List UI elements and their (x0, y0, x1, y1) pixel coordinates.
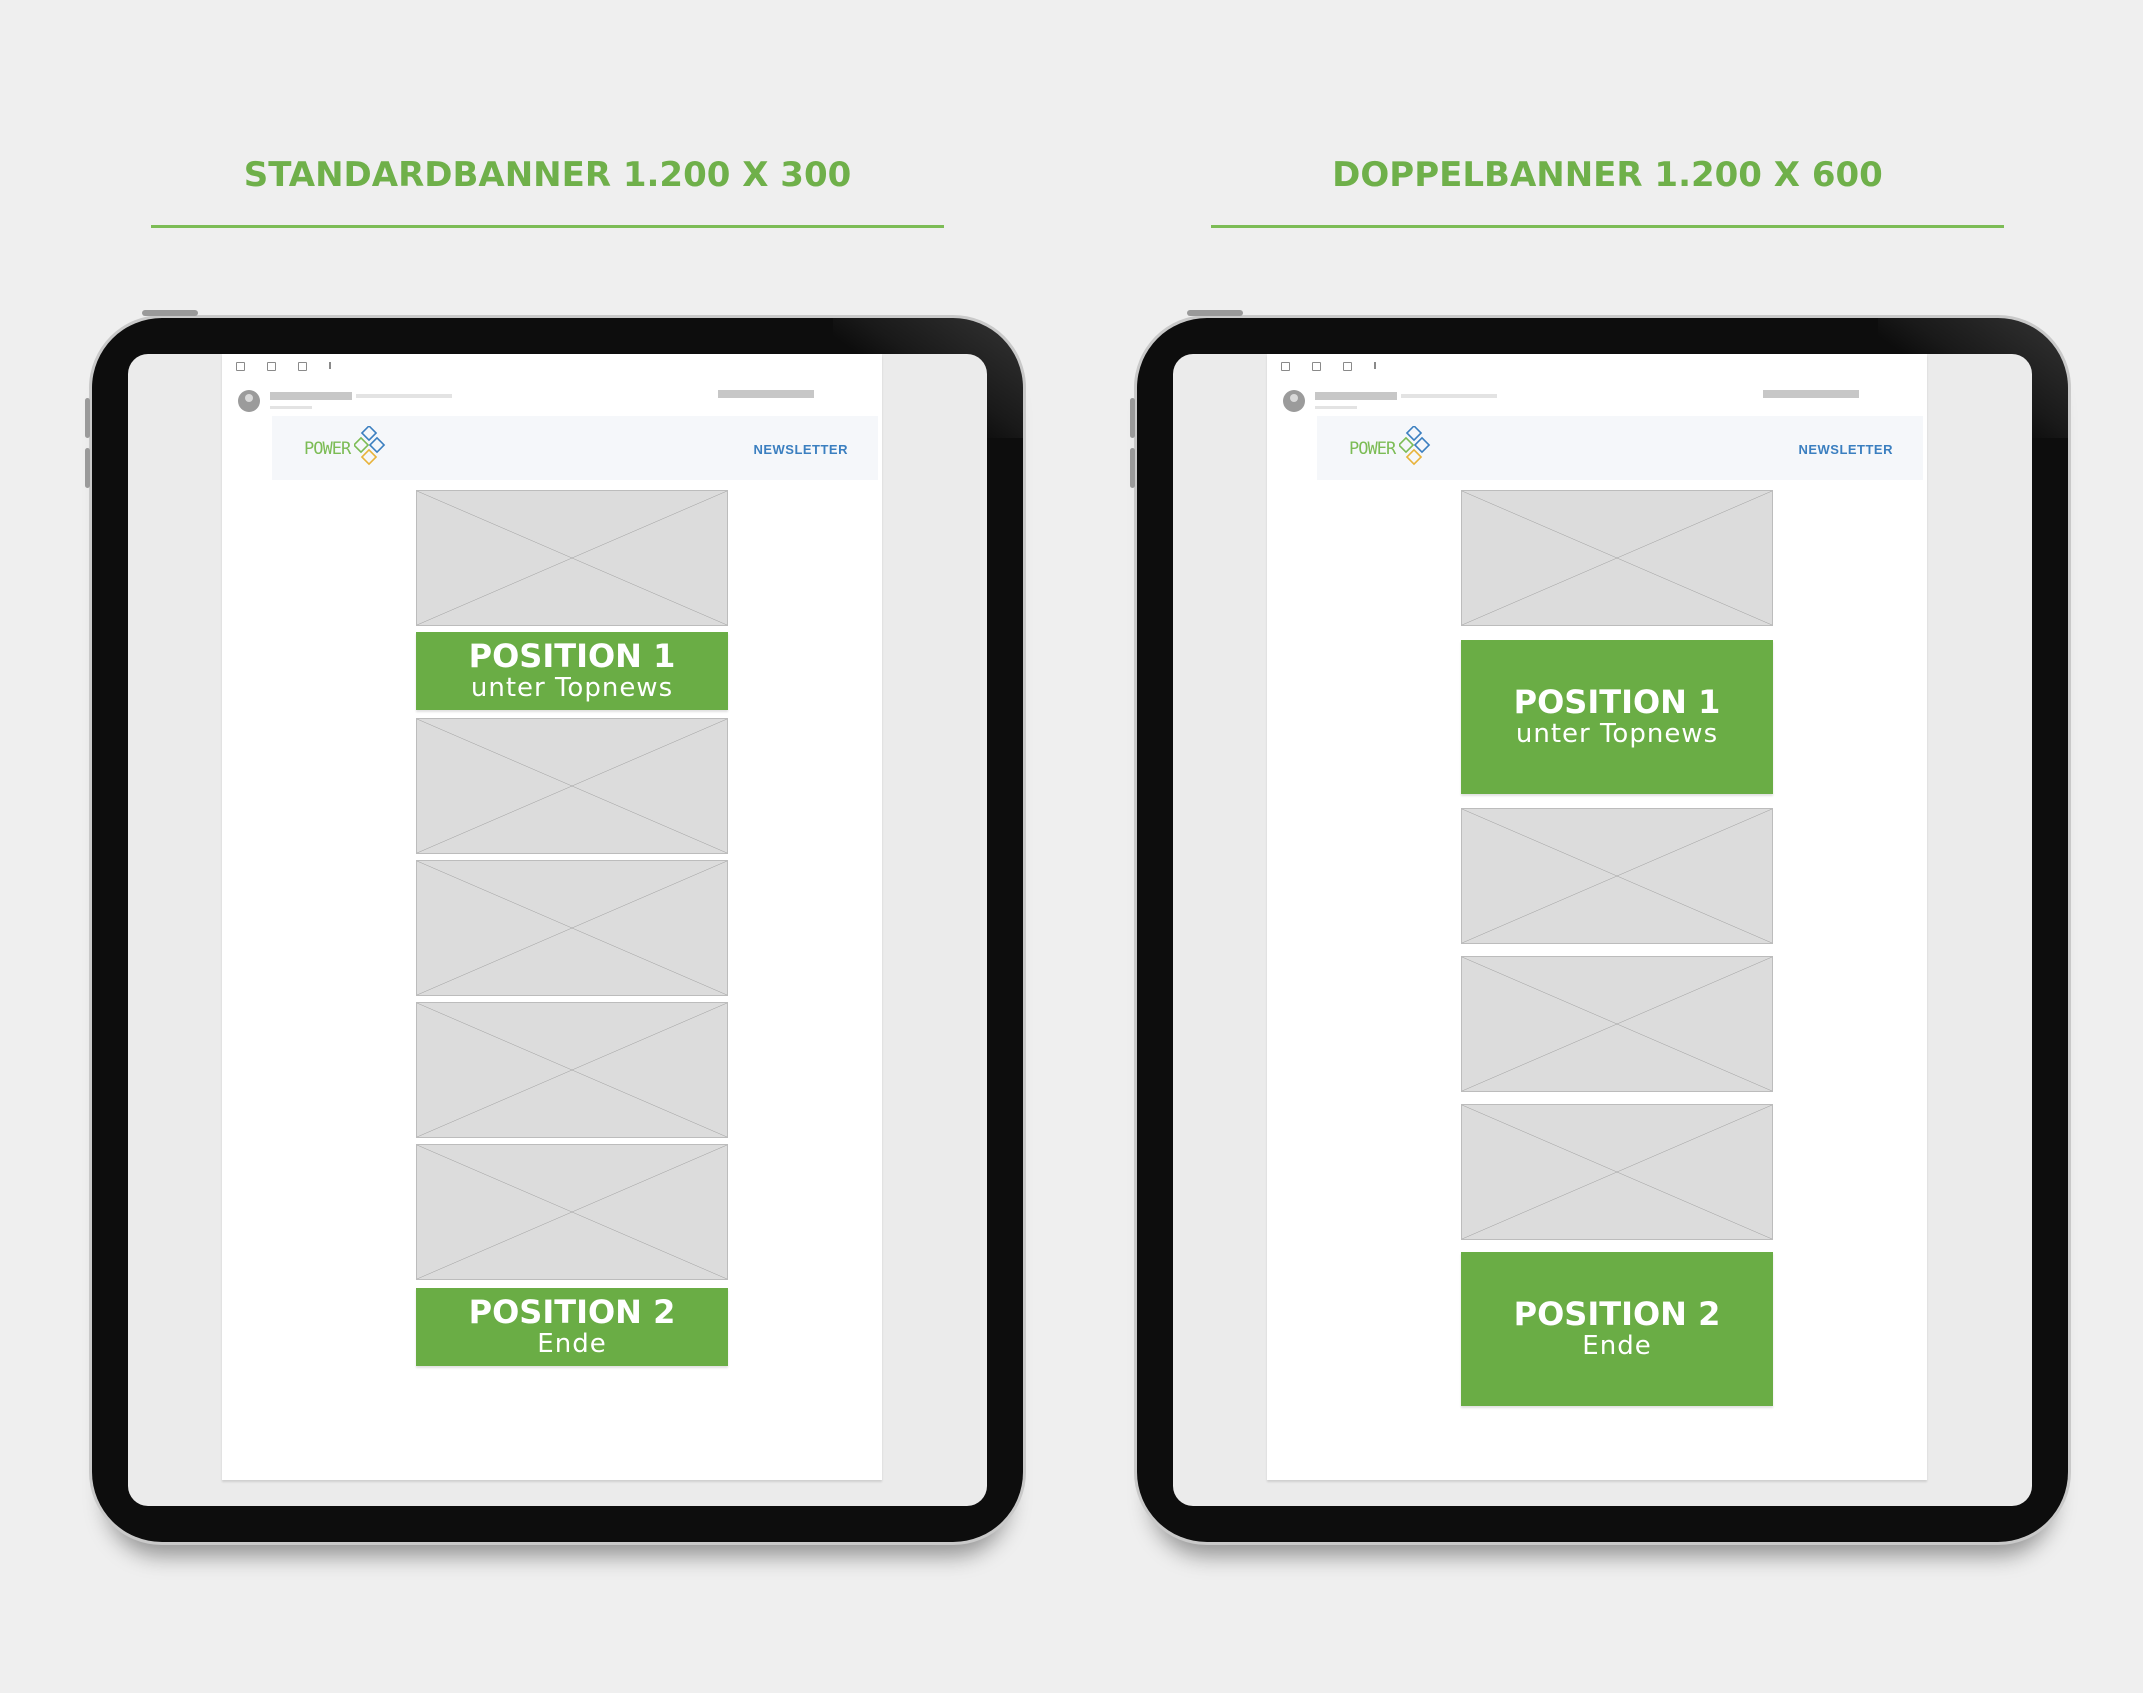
banner-position-1: POSITION 1 unter Topnews (1461, 640, 1773, 794)
newsletter-link[interactable]: NEWSLETTER (1798, 442, 1893, 457)
image-placeholder (416, 490, 728, 626)
banner-title: POSITION 1 (1513, 683, 1721, 721)
image-placeholder (416, 718, 728, 854)
date-placeholder (718, 390, 814, 398)
avatar-icon (1283, 390, 1305, 412)
tablet-mockup-standard: POWER NEWSLETTER POSITION 1 unter Topnew… (85, 310, 1023, 1542)
email-view: POWER NEWSLETTER POSITION 1 unter Topnew… (1267, 354, 1927, 1480)
tablet-volume-button (85, 398, 90, 438)
image-placeholder (416, 860, 728, 996)
more-icon[interactable] (329, 362, 331, 369)
banner-position-1: POSITION 1 unter Topnews (416, 632, 728, 710)
section-title-standardbanner: STANDARDBANNER 1.200 X 300 (243, 155, 852, 195)
tablet-screen: POWER NEWSLETTER POSITION 1 unter Topnew… (128, 354, 987, 1506)
archive-icon[interactable] (236, 362, 245, 371)
logo-text: POWER (1349, 439, 1396, 459)
sender-name-placeholder (1315, 392, 1397, 400)
image-placeholder (1461, 1104, 1773, 1240)
delete-icon[interactable] (267, 362, 276, 371)
newsletter-header: POWER NEWSLETTER (1317, 416, 1923, 480)
more-icon[interactable] (1374, 362, 1376, 369)
banner-title: POSITION 2 (1513, 1295, 1721, 1333)
recipient-placeholder (270, 406, 312, 409)
tablet-volume-button (1130, 448, 1135, 488)
power-logo-icon (354, 426, 386, 466)
tablet-mockup-doppel: POWER NEWSLETTER POSITION 1 unter Topnew… (1130, 310, 2068, 1542)
label-icon[interactable] (1343, 362, 1352, 371)
section-title-doppelbanner: DOPPELBANNER 1.200 X 600 (1332, 155, 1883, 195)
sender-address-placeholder (356, 394, 452, 398)
delete-icon[interactable] (1312, 362, 1321, 371)
section-divider (151, 225, 944, 228)
banner-subtitle: unter Topnews (1515, 719, 1719, 749)
tablet-volume-button (1130, 398, 1135, 438)
recipient-placeholder (1315, 406, 1357, 409)
date-placeholder (1763, 390, 1859, 398)
image-placeholder (1461, 808, 1773, 944)
power-logo-icon (1399, 426, 1431, 466)
email-toolbar (1281, 362, 1376, 371)
archive-icon[interactable] (1281, 362, 1290, 371)
section-divider (1211, 225, 2004, 228)
sender-address-placeholder (1401, 394, 1497, 398)
banner-position-2: POSITION 2 Ende (1461, 1252, 1773, 1406)
banner-position-2: POSITION 2 Ende (416, 1288, 728, 1366)
email-toolbar (236, 362, 331, 371)
email-view: POWER NEWSLETTER POSITION 1 unter Topnew… (222, 354, 882, 1480)
logo-text: POWER (304, 439, 351, 459)
image-placeholder (1461, 956, 1773, 1092)
image-placeholder (1461, 490, 1773, 626)
avatar-icon (238, 390, 260, 412)
tablet-screen: POWER NEWSLETTER POSITION 1 unter Topnew… (1173, 354, 2032, 1506)
banner-title: POSITION 2 (468, 1293, 676, 1331)
banner-title: POSITION 1 (468, 637, 676, 675)
tablet-power-button (1187, 310, 1243, 316)
newsletter-link[interactable]: NEWSLETTER (753, 442, 848, 457)
banner-subtitle: Ende (537, 1329, 607, 1359)
tablet-volume-button (85, 448, 90, 488)
newsletter-header: POWER NEWSLETTER (272, 416, 878, 480)
sender-name-placeholder (270, 392, 352, 400)
image-placeholder (416, 1002, 728, 1138)
banner-subtitle: Ende (1582, 1331, 1652, 1361)
label-icon[interactable] (298, 362, 307, 371)
tablet-power-button (142, 310, 198, 316)
image-placeholder (416, 1144, 728, 1280)
banner-subtitle: unter Topnews (470, 673, 674, 703)
